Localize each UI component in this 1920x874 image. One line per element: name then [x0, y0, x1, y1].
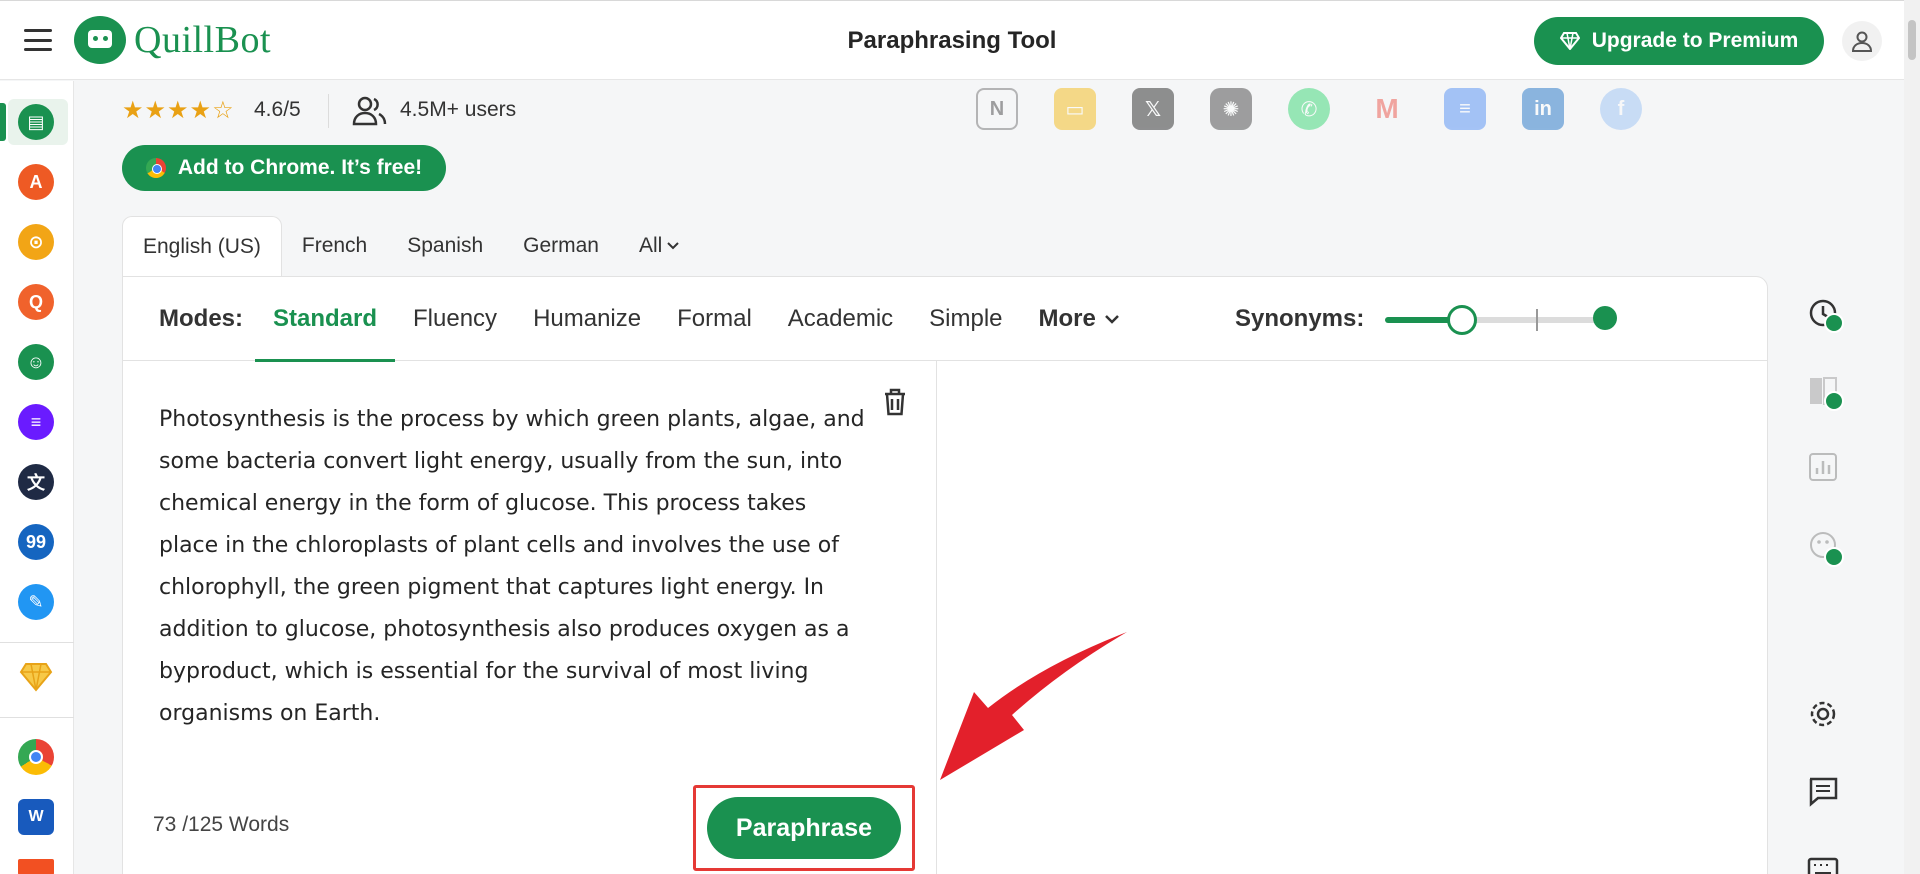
input-pane[interactable]: Photosynthesis is the process by which g…: [123, 361, 937, 874]
logo[interactable]: QuillBot: [74, 16, 271, 64]
premium-badge-icon: [1824, 391, 1844, 411]
chatgpt-icon[interactable]: ✺: [1210, 88, 1252, 130]
stats-divider: [328, 94, 329, 128]
modes-label: Modes:: [159, 305, 243, 332]
users-icon: [352, 96, 387, 126]
tab-all-languages[interactable]: All: [619, 216, 700, 276]
users-count: 4.5M+ users: [400, 98, 517, 121]
mode-formal[interactable]: Formal: [659, 277, 770, 361]
mode-more[interactable]: More: [1021, 277, 1138, 361]
top-bar: QuillBot Paraphrasing Tool Upgrade to Pr…: [0, 0, 1904, 80]
google-docs-icon[interactable]: ≡: [1444, 88, 1486, 130]
office-icon[interactable]: [18, 859, 54, 874]
translator-icon[interactable]: 文: [18, 464, 54, 500]
x-icon[interactable]: 𝕏: [1132, 88, 1174, 130]
summarizer-icon[interactable]: ≡: [18, 404, 54, 440]
quillbot-logo-icon: [74, 16, 126, 64]
chrome-icon: [145, 158, 166, 178]
integrations-row: N ▭ 𝕏 ✺ ✆ M ≡ in f: [976, 88, 1642, 130]
citation-generator-icon[interactable]: 99: [18, 524, 54, 560]
scroll-thumb[interactable]: [1908, 20, 1916, 60]
rating-stars: ★★★★☆: [122, 97, 235, 124]
tab-english-us[interactable]: English (US): [122, 216, 282, 276]
output-pane[interactable]: [938, 361, 1768, 874]
account-button[interactable]: [1842, 21, 1882, 61]
linkedin-icon[interactable]: in: [1522, 88, 1564, 130]
upgrade-label: Upgrade to Premium: [1591, 29, 1799, 52]
premium-diamond-icon[interactable]: [18, 659, 54, 695]
modes-list: Standard Fluency Humanize Formal Academi…: [255, 277, 1138, 362]
tab-all-label: All: [638, 234, 663, 257]
page-scrollbar[interactable]: [1904, 0, 1920, 874]
tab-french[interactable]: French: [282, 216, 387, 276]
input-text[interactable]: Photosynthesis is the process by which g…: [159, 399, 869, 735]
mode-standard[interactable]: Standard: [255, 277, 396, 362]
word-count: 73 /125 Words: [153, 813, 290, 836]
slider-tick: [1536, 309, 1538, 331]
keyboard-icon[interactable]: [1806, 852, 1840, 874]
whatsapp-icon[interactable]: ✆: [1288, 88, 1330, 130]
ai-detector-icon[interactable]: ⊙: [18, 224, 54, 260]
paraphrase-button[interactable]: Paraphrase: [707, 797, 901, 859]
user-icon: [1851, 31, 1873, 52]
gmail-icon[interactable]: M: [1366, 88, 1408, 130]
chevron-down-icon: [667, 242, 680, 250]
rail-divider: [0, 717, 74, 718]
logo-text: QuillBot: [134, 19, 272, 61]
mode-academic[interactable]: Academic: [770, 277, 911, 361]
mode-fluency[interactable]: Fluency: [395, 277, 515, 361]
language-tabs: English (US) French Spanish German All: [122, 216, 700, 276]
paraphraser-icon[interactable]: ▤: [18, 104, 54, 140]
settings-gear-icon[interactable]: [1806, 697, 1840, 731]
chevron-down-icon: [1104, 315, 1119, 324]
slider-handle[interactable]: [1447, 305, 1477, 335]
mode-simple[interactable]: Simple: [911, 277, 1020, 361]
modes-bar: Modes: Standard Fluency Humanize Formal …: [123, 277, 1767, 362]
add-to-chrome-button[interactable]: Add to Chrome. It’s free!: [122, 145, 446, 191]
active-tool-indicator: [0, 103, 6, 141]
ai-humanizer-icon[interactable]: ☺: [18, 344, 54, 380]
menu-icon[interactable]: [24, 29, 52, 51]
diamond-icon: [1559, 32, 1580, 50]
mode-humanize[interactable]: Humanize: [515, 277, 659, 361]
statistics-icon[interactable]: [1806, 450, 1840, 484]
facebook-icon[interactable]: f: [1600, 88, 1642, 130]
synonyms-label: Synonyms:: [1235, 305, 1365, 332]
plagiarism-checker-icon[interactable]: Q: [18, 284, 54, 320]
upgrade-button[interactable]: Upgrade to Premium: [1534, 17, 1824, 65]
word-addin-icon[interactable]: W: [18, 799, 54, 835]
synonyms-slider[interactable]: [1385, 305, 1617, 335]
mode-more-label: More: [1038, 305, 1096, 332]
tab-spanish[interactable]: Spanish: [387, 216, 503, 276]
tab-german[interactable]: German: [503, 216, 619, 276]
trash-icon[interactable]: [881, 387, 909, 417]
feedback-icon[interactable]: [1806, 774, 1840, 808]
premium-gem-icon: [1593, 306, 1617, 330]
grammar-checker-icon[interactable]: A: [18, 164, 54, 200]
slider-track: [1461, 317, 1605, 323]
chrome-extension-icon[interactable]: [18, 739, 54, 775]
notion-icon[interactable]: N: [976, 88, 1018, 130]
left-tool-rail: ▤ A ⊙ Q ☺ ≡ 文 99 ✎ W: [0, 81, 74, 874]
rating-value: 4.6/5: [254, 98, 301, 121]
rail-divider: [0, 642, 74, 643]
ai-writer-icon[interactable]: ✎: [18, 584, 54, 620]
google-slides-icon[interactable]: ▭: [1054, 88, 1096, 130]
add-to-chrome-label: Add to Chrome. It’s free!: [177, 156, 423, 179]
premium-badge-icon: [1824, 547, 1844, 567]
annotation-arrow-icon: [940, 632, 1127, 780]
premium-badge-icon: [1824, 313, 1844, 333]
